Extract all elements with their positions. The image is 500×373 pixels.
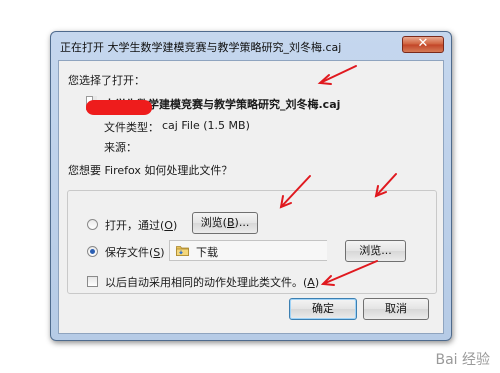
folder-icon xyxy=(176,246,189,256)
close-icon: ✕ xyxy=(417,36,429,51)
auto-action-checkbox[interactable] xyxy=(87,276,98,287)
title-bar[interactable]: 正在打开 大学生数学建模竞赛与教学策略研究_刘冬梅.caj ✕ xyxy=(51,32,451,58)
open-with-label[interactable]: 打开，通过(O) xyxy=(105,217,177,233)
save-file-label[interactable]: 保存文件(S) xyxy=(105,244,165,260)
browse-open-with-button[interactable]: 浏览(B)... xyxy=(192,212,258,234)
download-dialog: 正在打开 大学生数学建模竞赛与教学策略研究_刘冬梅.caj ✕ 您选择了打开： … xyxy=(50,31,452,341)
watermark: Bai 经验 xyxy=(435,352,490,368)
auto-action-label[interactable]: 以后自动采用相同的动作处理此类文件。(A) xyxy=(105,274,319,290)
open-prompt: 您选择了打开： xyxy=(68,74,145,87)
ok-button[interactable]: 确定 xyxy=(289,298,357,320)
browse-save-button[interactable]: 浏览... xyxy=(345,240,406,262)
file-type-label: 文件类型： xyxy=(104,121,159,134)
cancel-button[interactable]: 取消 xyxy=(363,298,429,320)
save-folder-field[interactable]: 下载 xyxy=(169,240,327,261)
file-type-value: caj File (1.5 MB) xyxy=(162,119,250,132)
dialog-title: 正在打开 大学生数学建模竞赛与教学策略研究_刘冬梅.caj xyxy=(60,41,342,54)
save-folder-name: 下载 xyxy=(196,246,218,259)
open-with-radio[interactable] xyxy=(87,219,98,230)
close-button[interactable]: ✕ xyxy=(402,36,444,53)
action-question: 您想要 Firefox 如何处理此文件？ xyxy=(68,164,233,177)
source-redaction xyxy=(86,100,152,115)
source-label: 来源： xyxy=(104,141,137,154)
save-file-radio[interactable] xyxy=(87,246,98,257)
